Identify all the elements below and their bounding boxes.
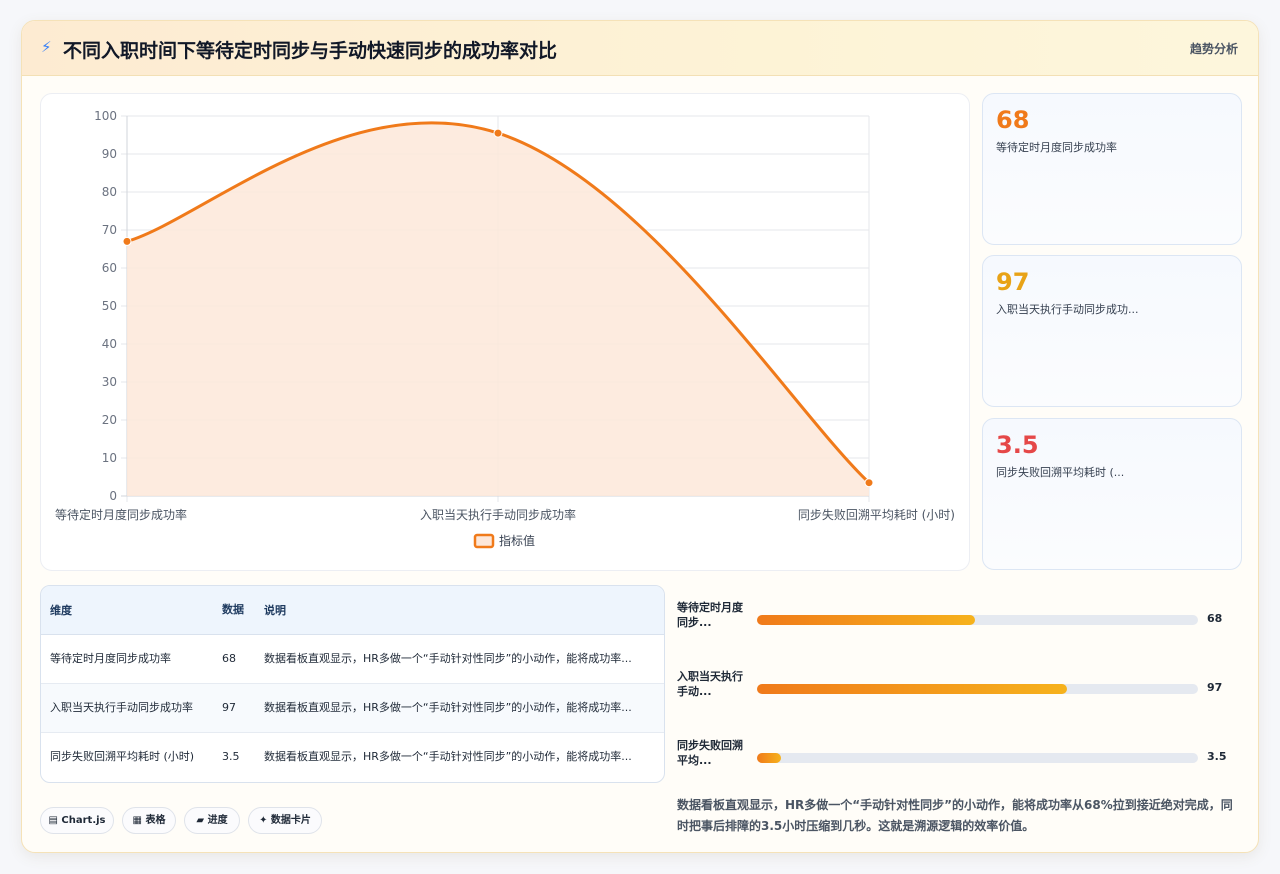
legend-swatch [473, 533, 495, 549]
y-tick-label: 30 [102, 375, 117, 389]
table-cell-value: 3.5 [222, 750, 240, 764]
stat-card-label: 入职当天执行手动同步成功... [996, 303, 1139, 316]
y-tick-label: 10 [102, 451, 117, 465]
progress-value: 68 [1207, 612, 1223, 625]
trend-analysis-tag[interactable]: 趋势分析 [1190, 40, 1238, 57]
table-cell-dimension: 等待定时月度同步成功率 [41, 634, 213, 684]
page-title: 不同入职时间下等待定时同步与手动快速同步的成功率对比 [63, 40, 558, 62]
data-card-badge[interactable]: ✦ 数据卡片 [248, 807, 322, 834]
table-cell-dimension: 同步失败回溯平均耗时 (小时) [50, 750, 195, 764]
stat-card-failure-time: 3.5 同步失败回溯平均耗时 (... [982, 418, 1242, 570]
y-tick-label: 100 [94, 109, 117, 123]
y-tick-label: 80 [102, 185, 117, 199]
progress-fill [757, 615, 975, 625]
table-row: 同步失败回溯平均耗时 (小时) 3.5 数据看板直观显示，HR多做一个“手动针对… [41, 732, 664, 781]
y-tick-label: 0 [109, 489, 117, 503]
y-tick-label: 60 [102, 261, 117, 275]
progress-value: 3.5 [1207, 750, 1227, 763]
progress-track [757, 684, 1198, 694]
chartjs-badge[interactable]: ▤ Chart.js [40, 807, 114, 834]
stat-card-label: 同步失败回溯平均耗时 (... [996, 466, 1125, 479]
table-cell-description: 数据看板直观显示，HR多做一个“手动针对性同步”的小动作，能将成功率... [255, 634, 664, 684]
progress-label: 等待定时月度同步... [677, 601, 743, 629]
progress-value: 97 [1207, 681, 1223, 694]
table-cell-description: 数据看板直观显示，HR多做一个“手动针对性同步”的小动作，能将成功率... [264, 750, 632, 764]
column-header-description: 说明 [255, 586, 664, 635]
stat-card-monthly-sync: 68 等待定时月度同步成功率 [982, 93, 1242, 245]
table-row: 入职当天执行手动同步成功率 97 数据看板直观显示，HR多做一个“手动针对性同步… [41, 683, 664, 733]
line-chart: 0 10 20 30 40 50 60 70 80 90 100 等待定时月度同步成功率 入职当天执行手… [40, 93, 970, 571]
stat-card-manual-sync: 97 入职当天执行手动同步成功... [982, 255, 1242, 407]
y-tick-label: 50 [102, 299, 117, 313]
table-cell-value: 97 [213, 683, 255, 733]
summary-text: 数据看板直观显示，HR多做一个“手动针对性同步”的小动作，能将成功率从68%拉到… [677, 798, 1233, 833]
progress-label: 入职当天执行手动... [677, 670, 743, 698]
stat-card-label: 等待定时月度同步成功率 [996, 141, 1117, 154]
progress-row: 入职当天执行手动... 97 [677, 669, 1237, 709]
table-cell-value: 68 [213, 634, 255, 684]
stat-card-value: 3.5 [996, 431, 1039, 459]
progress-label: 同步失败回溯平均... [677, 739, 743, 767]
data-point [122, 236, 132, 246]
header-bar: ⚡ 不同入职时间下等待定时同步与手动快速同步的成功率对比 趋势分析 [22, 21, 1258, 76]
x-tick-label: 等待定时月度同步成功率 [55, 507, 187, 522]
column-header-data: 数据 [213, 586, 255, 635]
stat-card-value: 68 [996, 106, 1030, 134]
chart-svg: 0 10 20 30 40 50 60 70 80 90 100 等待定时月度同步成功率 入职当天执行手… [55, 109, 955, 549]
stat-card-value: 97 [996, 268, 1030, 296]
y-tick-label: 20 [102, 413, 117, 427]
data-point [493, 128, 503, 138]
y-tick-label: 40 [102, 337, 117, 351]
series-area [127, 122, 869, 496]
data-table: 维度 数据 说明 等待定时月度同步成功率 68 数据看板直观显示，HR多做一个“… [40, 585, 665, 783]
legend-label: 指标值 [499, 533, 535, 548]
x-tick-label: 同步失败回溯平均耗时 (小时) [798, 507, 955, 522]
x-tick-label: 入职当天执行手动同步成功率 [420, 507, 576, 522]
progress-track [757, 615, 1198, 625]
table-header-row: 维度 数据 说明 [41, 586, 664, 635]
progress-badge[interactable]: ▰ 进度 [184, 807, 240, 834]
bolt-icon: ⚡ [41, 38, 52, 56]
progress-bars: 等待定时月度同步... 68 入职当天执行手动... 97 同步失败回溯平均..… [677, 585, 1237, 795]
dashboard-panel: ⚡ 不同入职时间下等待定时同步与手动快速同步的成功率对比 趋势分析 0 10 20 3… [21, 20, 1259, 853]
y-tick-label: 70 [102, 223, 117, 237]
data-point [864, 478, 874, 488]
progress-row: 等待定时月度同步... 68 [677, 600, 1237, 640]
y-tick-label: 90 [102, 147, 117, 161]
table-badge[interactable]: ▦ 表格 [122, 807, 176, 834]
progress-fill [757, 753, 782, 763]
table-cell-dimension: 入职当天执行手动同步成功率 [41, 683, 213, 733]
column-header-dimension: 维度 [41, 586, 213, 635]
progress-row: 同步失败回溯平均... 3.5 [677, 738, 1237, 778]
table-row: 等待定时月度同步成功率 68 数据看板直观显示，HR多做一个“手动针对性同步”的… [41, 634, 664, 684]
progress-fill [757, 684, 1068, 694]
progress-track [757, 753, 1198, 763]
table-cell-description: 数据看板直观显示，HR多做一个“手动针对性同步”的小动作，能将成功率... [255, 683, 664, 733]
